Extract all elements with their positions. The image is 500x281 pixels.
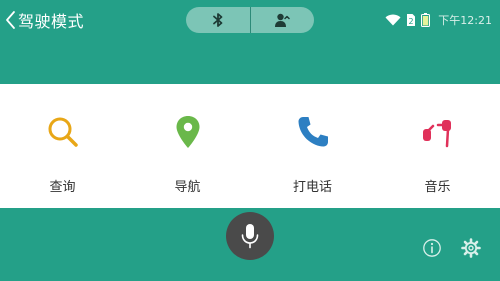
wifi-icon [385, 14, 401, 26]
sim-icon: 2 [407, 14, 416, 26]
shortcut-label: 音乐 [424, 180, 451, 195]
info-icon [423, 239, 441, 257]
chevron-left-icon [6, 11, 15, 29]
shortcut-navigation[interactable]: 导航 [125, 84, 250, 208]
shortcut-search[interactable]: 查询 [0, 84, 125, 208]
page-title: 驾驶模式 [18, 12, 85, 31]
battery-icon [421, 13, 431, 27]
contact-toggle[interactable] [251, 7, 315, 33]
microphone-icon [241, 224, 259, 249]
bluetooth-toggle[interactable] [186, 7, 250, 33]
shortcut-music[interactable]: 音乐 [375, 84, 500, 208]
shortcut-label: 打电话 [292, 180, 332, 195]
shortcut-panel: 查询 导航 打电话 音乐 [0, 84, 500, 208]
mode-switch [186, 7, 314, 33]
svg-text:2: 2 [409, 17, 414, 26]
voice-input-button[interactable] [226, 212, 274, 260]
contact-icon [275, 13, 290, 27]
info-button[interactable] [422, 238, 442, 258]
settings-button[interactable] [461, 238, 481, 258]
clock: 下午12:21 [438, 14, 492, 27]
shortcut-label: 导航 [174, 180, 201, 195]
phone-icon [298, 117, 328, 147]
search-icon [48, 117, 78, 147]
shortcut-call[interactable]: 打电话 [250, 84, 375, 208]
bluetooth-icon [212, 13, 223, 27]
location-pin-icon [176, 116, 199, 148]
music-icon [422, 120, 451, 148]
gear-icon [461, 238, 481, 258]
shortcut-label: 查询 [49, 180, 76, 195]
status-bar: 2 下午12:21 [385, 12, 492, 28]
top-bar: 驾驶模式 2 下午12:21 [0, 0, 500, 40]
back-button[interactable]: 驾驶模式 [4, 8, 84, 32]
